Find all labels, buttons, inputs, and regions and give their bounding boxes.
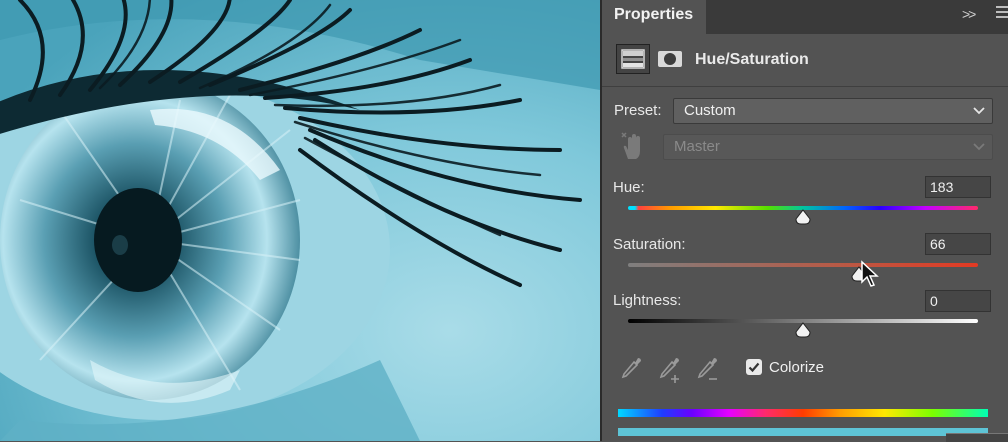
eyedropper-icon[interactable]	[620, 355, 644, 381]
eyedropper-plus-icon[interactable]	[658, 355, 684, 383]
panel-menu-icon[interactable]	[996, 6, 1008, 20]
hue-label: Hue:	[613, 179, 645, 196]
mouse-pointer-icon	[861, 260, 879, 287]
preset-value: Custom	[684, 102, 736, 119]
properties-panel: Properties >> Hue/Saturation Preset: Cus…	[602, 0, 1008, 441]
hue-input[interactable]: 183	[925, 176, 991, 198]
preset-label: Preset:	[614, 102, 662, 119]
input-color-bar	[618, 409, 988, 417]
colorize-label: Colorize	[769, 359, 825, 376]
output-color-bar	[618, 428, 988, 436]
layer-mask-icon[interactable]	[656, 48, 684, 70]
tab-properties[interactable]: Properties	[602, 0, 706, 34]
lightness-input[interactable]: 0	[925, 290, 991, 312]
checkmark-icon	[748, 362, 760, 373]
eyedropper-minus-icon[interactable]	[696, 355, 722, 383]
lightness-label: Lightness:	[613, 292, 682, 309]
eye-closeup-photo	[0, 0, 600, 441]
saturation-label: Saturation:	[613, 236, 686, 253]
collapse-panel-icon[interactable]: >>	[962, 6, 976, 22]
panel-tab-bar: Properties >>	[602, 0, 1008, 34]
document-canvas[interactable]	[0, 0, 600, 441]
on-image-adjustment-hand-icon[interactable]	[619, 131, 645, 161]
preset-dropdown[interactable]: Custom	[673, 98, 993, 124]
saturation-input[interactable]: 66	[925, 233, 991, 255]
hue-saturation-adjustment-icon[interactable]	[616, 44, 650, 74]
channel-value: Master	[674, 138, 720, 155]
lightness-slider-thumb[interactable]	[795, 322, 811, 338]
saturation-slider-track[interactable]	[628, 263, 978, 267]
channel-dropdown[interactable]: Master	[663, 134, 993, 160]
colorize-checkbox[interactable]	[746, 359, 762, 375]
divider	[602, 86, 1008, 87]
chevron-down-icon	[973, 107, 985, 115]
adjustment-title: Hue/Saturation	[695, 51, 809, 68]
hue-slider-thumb[interactable]	[795, 209, 811, 225]
chevron-down-icon	[973, 143, 985, 151]
